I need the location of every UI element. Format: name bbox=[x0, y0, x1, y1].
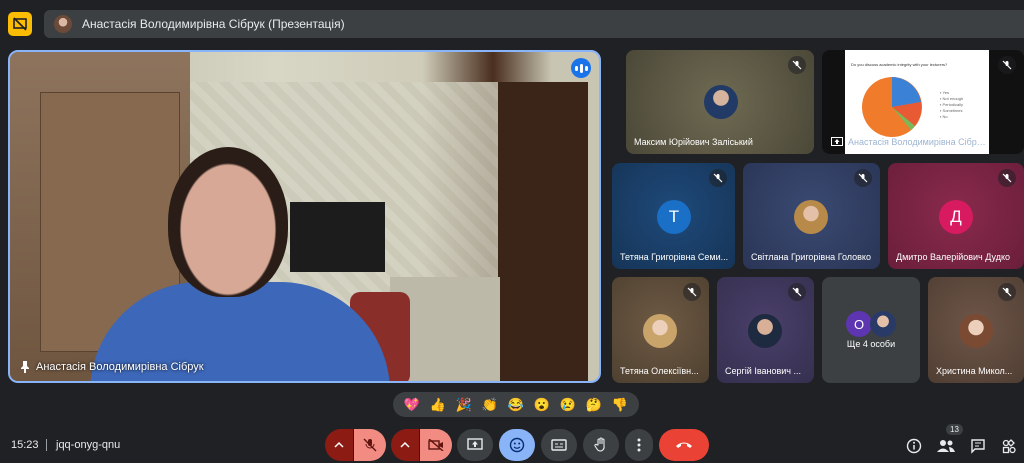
mic-toggle-button[interactable] bbox=[354, 429, 386, 461]
mic-off-icon bbox=[788, 56, 806, 74]
camera-toggle-button[interactable] bbox=[420, 429, 452, 461]
smile-icon bbox=[509, 437, 525, 453]
avatar: О bbox=[846, 311, 872, 337]
participant-tile[interactable]: Сергій Іванович ... bbox=[717, 277, 814, 383]
mic-off-icon bbox=[788, 283, 806, 301]
avatar bbox=[54, 15, 72, 33]
meeting-code: jqq-onyg-qnu bbox=[56, 439, 121, 451]
more-options-button[interactable] bbox=[625, 429, 653, 461]
audio-options-button[interactable] bbox=[325, 429, 353, 461]
participant-name: Дмитро Валерійович Дудко bbox=[896, 252, 1011, 262]
participant-name: Сергій Іванович ... bbox=[725, 366, 801, 376]
participant-name: Тетяна Олексіївн... bbox=[620, 366, 699, 376]
participant-tile[interactable]: Д Дмитро Валерійович Дудко bbox=[888, 163, 1024, 269]
mic-off-icon bbox=[363, 438, 377, 452]
thumbs-up-reaction[interactable]: 👍 bbox=[430, 397, 446, 413]
presentation-off-icon[interactable] bbox=[8, 12, 32, 36]
more-participants-label: Ще 4 особи bbox=[846, 339, 896, 349]
avatar-letter: О bbox=[853, 316, 865, 332]
participant-name: Тетяна Григорівна Семи... bbox=[620, 252, 729, 262]
participant-name: Максим Юрійович Заліський bbox=[634, 137, 753, 147]
info-icon bbox=[906, 438, 922, 454]
speaking-indicator-icon bbox=[571, 58, 591, 78]
activities-button[interactable] bbox=[998, 435, 1020, 457]
people-count-badge: 13 bbox=[946, 424, 963, 435]
present-screen-icon bbox=[467, 438, 483, 450]
captions-icon bbox=[551, 439, 567, 451]
avatar bbox=[748, 314, 782, 348]
avatar: Т bbox=[657, 200, 691, 234]
thinking-reaction[interactable]: 🤔 bbox=[586, 397, 602, 413]
participant-tile-presentation[interactable]: Do you discuss academic integrity with y… bbox=[822, 50, 1024, 154]
participant-tile[interactable]: Т Тетяна Григорівна Семи... bbox=[612, 163, 735, 269]
slide-question: Do you discuss academic integrity with y… bbox=[851, 62, 948, 67]
divider bbox=[46, 439, 47, 451]
sad-reaction[interactable]: 😢 bbox=[560, 397, 576, 413]
mic-off-icon bbox=[709, 169, 727, 187]
mic-off-icon bbox=[854, 169, 872, 187]
end-call-icon bbox=[676, 442, 692, 448]
raise-hand-button[interactable] bbox=[583, 429, 619, 461]
participant-name: Світлана Григорівна Головко bbox=[751, 252, 871, 262]
people-button[interactable] bbox=[935, 435, 957, 457]
hand-icon bbox=[594, 437, 605, 452]
more-participants-tile[interactable]: О Ще 4 особи bbox=[822, 277, 920, 383]
sparkling-heart-reaction[interactable]: 💖 bbox=[404, 397, 420, 413]
main-tile-name: Анастасія Володимирівна Сібрук bbox=[20, 361, 204, 373]
avatar bbox=[959, 314, 993, 348]
leave-call-button[interactable] bbox=[659, 429, 709, 461]
activities-icon bbox=[1002, 439, 1016, 454]
chevron-up-icon bbox=[334, 441, 344, 448]
main-video-tile[interactable]: Анастасія Володимирівна Сібрук bbox=[8, 50, 601, 383]
mic-off-icon bbox=[998, 169, 1016, 187]
chevron-up-icon bbox=[400, 441, 410, 448]
chat-icon bbox=[971, 439, 985, 454]
avatar-letter: Т bbox=[668, 207, 680, 226]
mic-off-icon bbox=[683, 283, 701, 301]
participant-name: Анастасія Володимирівна Сібрук (Презента… bbox=[848, 137, 988, 147]
slide-legend: ▪ Yes ▪ Not enough ▪ Periodically ▪ Sometim… bbox=[940, 90, 964, 119]
reactions-bar: 💖 👍 🎉 👏 😂 😮 😢 🤔 👎 bbox=[393, 392, 639, 417]
captions-button[interactable] bbox=[541, 429, 577, 461]
avatar bbox=[794, 200, 828, 234]
top-bar: Анастасія Володимирівна Сібрук (Презента… bbox=[0, 0, 1024, 46]
main-tile-name-label: Анастасія Володимирівна Сібрук bbox=[36, 361, 204, 373]
party-reaction[interactable]: 🎉 bbox=[456, 397, 472, 413]
avatar bbox=[870, 311, 896, 337]
people-icon bbox=[937, 440, 955, 452]
pin-icon[interactable] bbox=[20, 361, 30, 373]
participant-name: Христина Микол... bbox=[936, 366, 1013, 376]
participant-tile[interactable]: Максим Юрійович Заліський bbox=[626, 50, 814, 154]
chat-button[interactable] bbox=[967, 435, 989, 457]
present-now-button[interactable] bbox=[457, 429, 493, 461]
avatar bbox=[643, 314, 677, 348]
participant-tile[interactable]: Світлана Григорівна Головко bbox=[743, 163, 880, 269]
clock: 15:23 bbox=[11, 439, 39, 451]
pie-chart-icon bbox=[862, 77, 922, 137]
door bbox=[498, 82, 588, 381]
avatar bbox=[704, 85, 738, 119]
speaker-head bbox=[168, 147, 288, 297]
avatar-letter: Д bbox=[950, 207, 962, 226]
participant-tile[interactable]: Христина Микол... bbox=[928, 277, 1024, 383]
camera-off-icon bbox=[428, 439, 444, 451]
thumbs-down-reaction[interactable]: 👎 bbox=[612, 397, 628, 413]
mic-off-icon bbox=[998, 56, 1016, 74]
laugh-reaction[interactable]: 😂 bbox=[508, 397, 524, 413]
presenter-chip[interactable]: Анастасія Володимирівна Сібрук (Презента… bbox=[44, 10, 1024, 38]
avatar: Д bbox=[939, 200, 973, 234]
presenter-chip-label: Анастасія Володимирівна Сібрук (Презента… bbox=[82, 17, 345, 31]
participant-tile[interactable]: Тетяна Олексіївн... bbox=[612, 277, 709, 383]
more-vert-icon bbox=[637, 438, 641, 452]
presenting-icon bbox=[831, 137, 843, 146]
reactions-button[interactable] bbox=[499, 429, 535, 461]
surprised-reaction[interactable]: 😮 bbox=[534, 397, 550, 413]
meeting-details-button[interactable] bbox=[903, 435, 925, 457]
tv bbox=[290, 202, 385, 272]
mic-off-icon bbox=[998, 283, 1016, 301]
clap-reaction[interactable]: 👏 bbox=[482, 397, 498, 413]
bottom-bar: 15:23 jqq-onyg-qnu bbox=[0, 425, 1024, 463]
video-options-button[interactable] bbox=[391, 429, 419, 461]
